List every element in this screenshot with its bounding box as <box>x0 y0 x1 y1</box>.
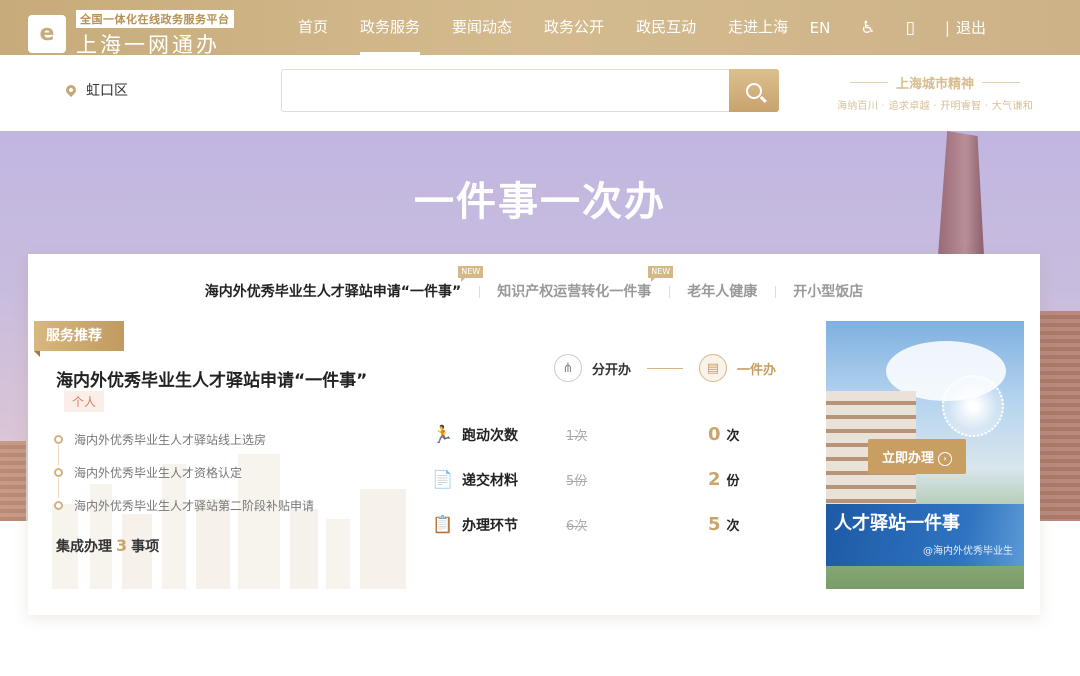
tab-label: 开小型饭店 <box>793 284 864 300</box>
nav-home[interactable]: 首页 <box>282 0 344 55</box>
integration-summary: 集成办理 3 事项 <box>56 536 159 556</box>
summary-count: 3 <box>116 536 128 555</box>
search-button[interactable] <box>729 69 779 112</box>
accessibility-icon[interactable]: ♿ <box>860 18 875 38</box>
tab-small-restaurant[interactable]: 开小型饭店 <box>775 282 881 302</box>
org-chart-icon: ⋔ <box>554 354 582 382</box>
handling-mode-comparison: ⋔ 分开办 ▤ 一件办 <box>554 354 776 382</box>
main-nav: 首页 政务服务 要闻动态 政务公开 政民互动 走进上海 <box>282 0 804 55</box>
apply-now-button[interactable]: 立即办理 › <box>868 439 967 474</box>
logout-label: 退出 <box>955 19 986 37</box>
new-badge: NEW <box>648 266 674 282</box>
one-thing-card: 海内外优秀毕业生人才驿站申请“一件事” NEW 知识产权运营转化一件事 NEW … <box>28 254 1040 615</box>
metric-new-value: 0 <box>708 424 721 445</box>
service-recommend-ribbon: 服务推荐 <box>34 321 124 357</box>
nav-interaction[interactable]: 政民互动 <box>620 0 712 55</box>
step-label: 海内外优秀毕业生人才资格认定 <box>74 466 243 480</box>
clipboard-icon: ▤ <box>699 354 728 382</box>
logout-link[interactable]: | 退出 <box>945 17 986 38</box>
skyline-building-left <box>0 441 26 521</box>
top-navigation-bar: e 全国一体化在线政务服务平台 上海一网通办 首页 政务服务 要闻动态 政务公开… <box>0 0 1080 57</box>
logo-icon: e <box>28 14 66 53</box>
step-label: 海内外优秀毕业生人才驿站线上选房 <box>74 433 267 447</box>
step-item[interactable]: 海内外优秀毕业生人才驿站线上选房 <box>54 432 314 465</box>
metric-row: 📄 递交材料 5份 2 份 <box>432 457 740 502</box>
metric-new-value: 5 <box>708 514 721 535</box>
audience-tag: 个人 <box>64 391 105 412</box>
tab-label: 老年人健康 <box>687 284 758 300</box>
logo-subtitle: 全国一体化在线政务服务平台 <box>76 10 234 28</box>
mobile-icon[interactable]: ▯ <box>906 18 915 38</box>
mode-before-label: 分开办 <box>592 362 632 378</box>
tab-label: 海内外优秀毕业生人才驿站申请“一件事” <box>204 284 462 300</box>
summary-prefix: 集成办理 <box>56 539 112 555</box>
topic-tabs: 海内外优秀毕业生人才驿站申请“一件事” NEW 知识产权运营转化一件事 NEW … <box>28 266 1040 302</box>
running-person-icon: 🏃 <box>432 424 454 445</box>
metric-label: 办理环节 <box>462 517 518 534</box>
metric-new-value: 2 <box>708 469 721 490</box>
nav-news[interactable]: 要闻动态 <box>436 0 528 55</box>
dandelion-sculpture-image <box>942 375 1004 437</box>
metric-old-value: 6次 <box>566 519 588 534</box>
promo-banner[interactable]: 立即办理 › 人才驿站一件事 @海内外优秀毕业生 <box>826 321 1024 589</box>
nav-government-affairs[interactable]: 政务公开 <box>528 0 620 55</box>
new-badge: NEW <box>458 266 484 282</box>
banner-title: 一件事一次办 <box>414 179 666 225</box>
search-box <box>281 69 779 112</box>
checklist-icon: 📋 <box>432 514 454 535</box>
apply-now-label: 立即办理 <box>882 451 935 466</box>
nav-about-shanghai[interactable]: 走进上海 <box>712 0 804 55</box>
mode-connector <box>647 367 684 369</box>
city-spirit-title: 上海城市精神 <box>828 73 1042 92</box>
promo-subtitle: @海内外优秀毕业生 <box>923 546 1013 557</box>
summary-suffix: 事项 <box>131 539 160 555</box>
metric-row: 📋 办理环节 6次 5 次 <box>432 502 740 547</box>
tab-ip-transfer[interactable]: 知识产权运营转化一件事 NEW <box>479 266 674 302</box>
improvement-metrics: 🏃 跑动次数 1次 0 次 📄 递交材料 5份 2 份 📋 办理环节 6次 5 … <box>432 412 740 547</box>
district-label: 虹口区 <box>86 83 128 99</box>
step-item[interactable]: 海内外优秀毕业生人才驿站第二阶段补贴申请 <box>54 498 314 531</box>
metric-row: 🏃 跑动次数 1次 0 次 <box>432 412 740 457</box>
nav-utilities: EN ♿ ▯ | 退出 <box>810 0 1080 55</box>
city-spirit-slogan: 上海城市精神 海纳百川 · 追求卓越 · 开明睿智 · 大气谦和 <box>828 73 1042 112</box>
language-toggle[interactable]: EN <box>810 19 831 37</box>
search-input[interactable] <box>282 70 728 111</box>
metric-unit: 次 <box>726 519 740 534</box>
metric-label: 递交材料 <box>462 472 518 489</box>
document-icon: 📄 <box>432 469 454 490</box>
district-selector[interactable]: 虹口区 <box>63 80 128 100</box>
step-item[interactable]: 海内外优秀毕业生人才资格认定 <box>54 465 314 498</box>
step-dot-icon <box>54 468 63 477</box>
step-label: 海内外优秀毕业生人才驿站第二阶段补贴申请 <box>74 499 315 513</box>
metric-unit: 份 <box>726 474 740 489</box>
metric-unit: 次 <box>726 429 740 444</box>
tab-elderly-health[interactable]: 老年人健康 <box>669 282 775 302</box>
metric-old-value: 1次 <box>566 429 588 444</box>
site-logo[interactable]: e 全国一体化在线政务服务平台 上海一网通办 <box>28 8 234 59</box>
promo-title: 人才驿站一件事 <box>834 513 960 534</box>
tab-talent-station[interactable]: 海内外优秀毕业生人才驿站申请“一件事” NEW <box>187 266 484 302</box>
skyline-building-right <box>1040 311 1080 521</box>
mode-after-label: 一件办 <box>737 362 777 378</box>
service-title[interactable]: 海内外优秀毕业生人才驿站申请“一件事” <box>56 366 367 391</box>
step-dot-icon <box>54 435 63 444</box>
nav-government-services[interactable]: 政务服务 <box>344 0 436 55</box>
service-steps: 海内外优秀毕业生人才驿站线上选房 海内外优秀毕业生人才资格认定 海内外优秀毕业生… <box>54 432 314 531</box>
metric-old-value: 5份 <box>566 474 588 489</box>
metric-label: 跑动次数 <box>462 427 518 444</box>
step-dot-icon <box>54 501 63 510</box>
tab-label: 知识产权运营转化一件事 <box>497 284 652 300</box>
search-row: 虹口区 上海城市精神 海纳百川 · 追求卓越 · 开明睿智 · 大气谦和 <box>0 55 1080 131</box>
city-spirit-subtitle: 海纳百川 · 追求卓越 · 开明睿智 · 大气谦和 <box>836 101 1034 112</box>
logout-separator: | <box>944 19 950 37</box>
location-pin-icon <box>63 82 79 98</box>
search-icon <box>746 82 762 99</box>
arrow-right-icon: › <box>938 452 953 466</box>
